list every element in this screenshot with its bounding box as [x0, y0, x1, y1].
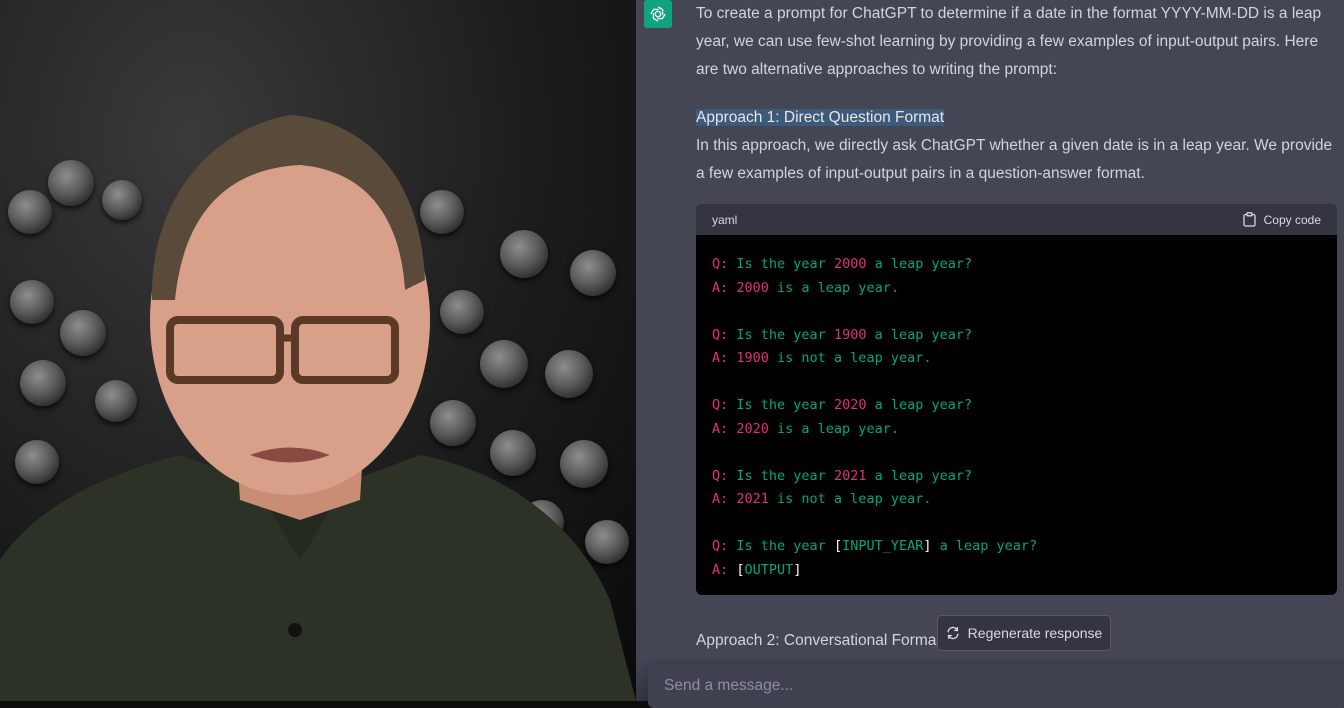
- chat-conversation: To create a prompt for ChatGPT to determ…: [636, 0, 1344, 701]
- code-token: Is the year: [736, 397, 834, 413]
- regenerate-label: Regenerate response: [967, 625, 1103, 641]
- code-token: Q:: [712, 467, 737, 484]
- code-token: A:: [712, 350, 737, 366]
- copy-code-button[interactable]: Copy code: [1242, 212, 1321, 227]
- code-token: A:: [712, 420, 737, 437]
- code-token: 2021: [736, 491, 769, 507]
- regenerate-response-button[interactable]: Regenerate response: [937, 615, 1111, 651]
- code-token: is a leap year.: [768, 279, 899, 296]
- code-line: A: 1900 is not a leap year.: [712, 347, 1321, 371]
- code-token: Q:: [712, 326, 737, 343]
- presenter: [0, 115, 636, 701]
- code-token: A:: [712, 491, 737, 507]
- code-token: 2020: [833, 397, 867, 413]
- message-composer: [648, 664, 1344, 708]
- code-line: Q: Is the year 1900 a leap year?: [712, 324, 1321, 348]
- code-token: Q:: [712, 397, 737, 413]
- code-line: Q: Is the year [INPUT_YEAR] a leap year?: [712, 535, 1321, 559]
- code-token: a leap year?: [866, 467, 973, 484]
- code-token: A:: [712, 279, 737, 296]
- code-token: Q:: [712, 256, 737, 272]
- code-token: A:: [712, 561, 737, 578]
- code-token: a leap year?: [866, 326, 973, 343]
- code-token: 1900: [833, 326, 867, 343]
- code-token: is not a leap year.: [768, 350, 932, 366]
- code-token: 2000: [736, 279, 769, 296]
- code-token: [: [736, 561, 745, 578]
- code-line: Q: Is the year 2000 a leap year?: [712, 253, 1321, 277]
- code-token: OUTPUT: [744, 561, 794, 578]
- code-token: a leap year?: [931, 538, 1038, 554]
- code-token: a leap year?: [866, 397, 973, 413]
- code-line: A: 2020 is a leap year.: [712, 418, 1321, 442]
- code-token: 2000: [833, 256, 867, 272]
- message-input[interactable]: [662, 674, 1306, 698]
- code-line: Q: Is the year 2021 a leap year?: [712, 465, 1321, 489]
- code-token: 2021: [833, 467, 867, 484]
- code-token: INPUT_YEAR: [842, 538, 924, 554]
- webcam-video: [0, 0, 636, 701]
- code-token: Is the year: [736, 538, 834, 554]
- code-token: a leap year?: [866, 256, 973, 272]
- copy-code-label: Copy code: [1263, 212, 1321, 227]
- approach1-description: In this approach, we directly ask ChatGP…: [696, 137, 1333, 182]
- code-token: ]: [923, 538, 932, 554]
- code-token: Is the year: [736, 256, 834, 272]
- assistant-avatar: [644, 0, 672, 28]
- code-token: [: [833, 538, 843, 554]
- code-token: ]: [793, 561, 802, 578]
- code-line: A: 2021 is not a leap year.: [712, 488, 1321, 512]
- code-token: is not a leap year.: [768, 491, 932, 507]
- code-line: Q: Is the year 2020 a leap year?: [712, 394, 1321, 418]
- openai-logo-icon: [650, 6, 666, 22]
- code-token: is a leap year.: [768, 420, 899, 437]
- code-header: yaml Copy code: [696, 204, 1337, 235]
- approach1-heading: Approach 1: Direct Question Format: [696, 104, 945, 132]
- code-line: A: [OUTPUT]: [712, 559, 1321, 583]
- assistant-message: To create a prompt for ChatGPT to determ…: [696, 0, 1336, 188]
- code-block: yaml Copy code Q: Is the year 2000 a lea…: [696, 204, 1337, 595]
- selected-text: Approach 1: Direct Question Format: [696, 109, 945, 126]
- code-line: A: 2000 is a leap year.: [712, 277, 1321, 301]
- code-content: Q: Is the year 2000 a leap year? A: 2000 …: [696, 235, 1337, 595]
- clipboard-icon: [1242, 212, 1256, 227]
- code-token: Is the year: [736, 326, 834, 343]
- message-intro: To create a prompt for ChatGPT to determ…: [696, 5, 1322, 78]
- refresh-icon: [947, 626, 959, 640]
- code-token: 1900: [736, 350, 769, 366]
- code-token: Q:: [712, 538, 737, 554]
- code-token: Is the year: [736, 467, 834, 484]
- approach2-heading: Approach 2: Conversational Forma: [696, 632, 937, 649]
- code-token: 2020: [736, 420, 769, 437]
- code-language-label: yaml: [712, 212, 738, 227]
